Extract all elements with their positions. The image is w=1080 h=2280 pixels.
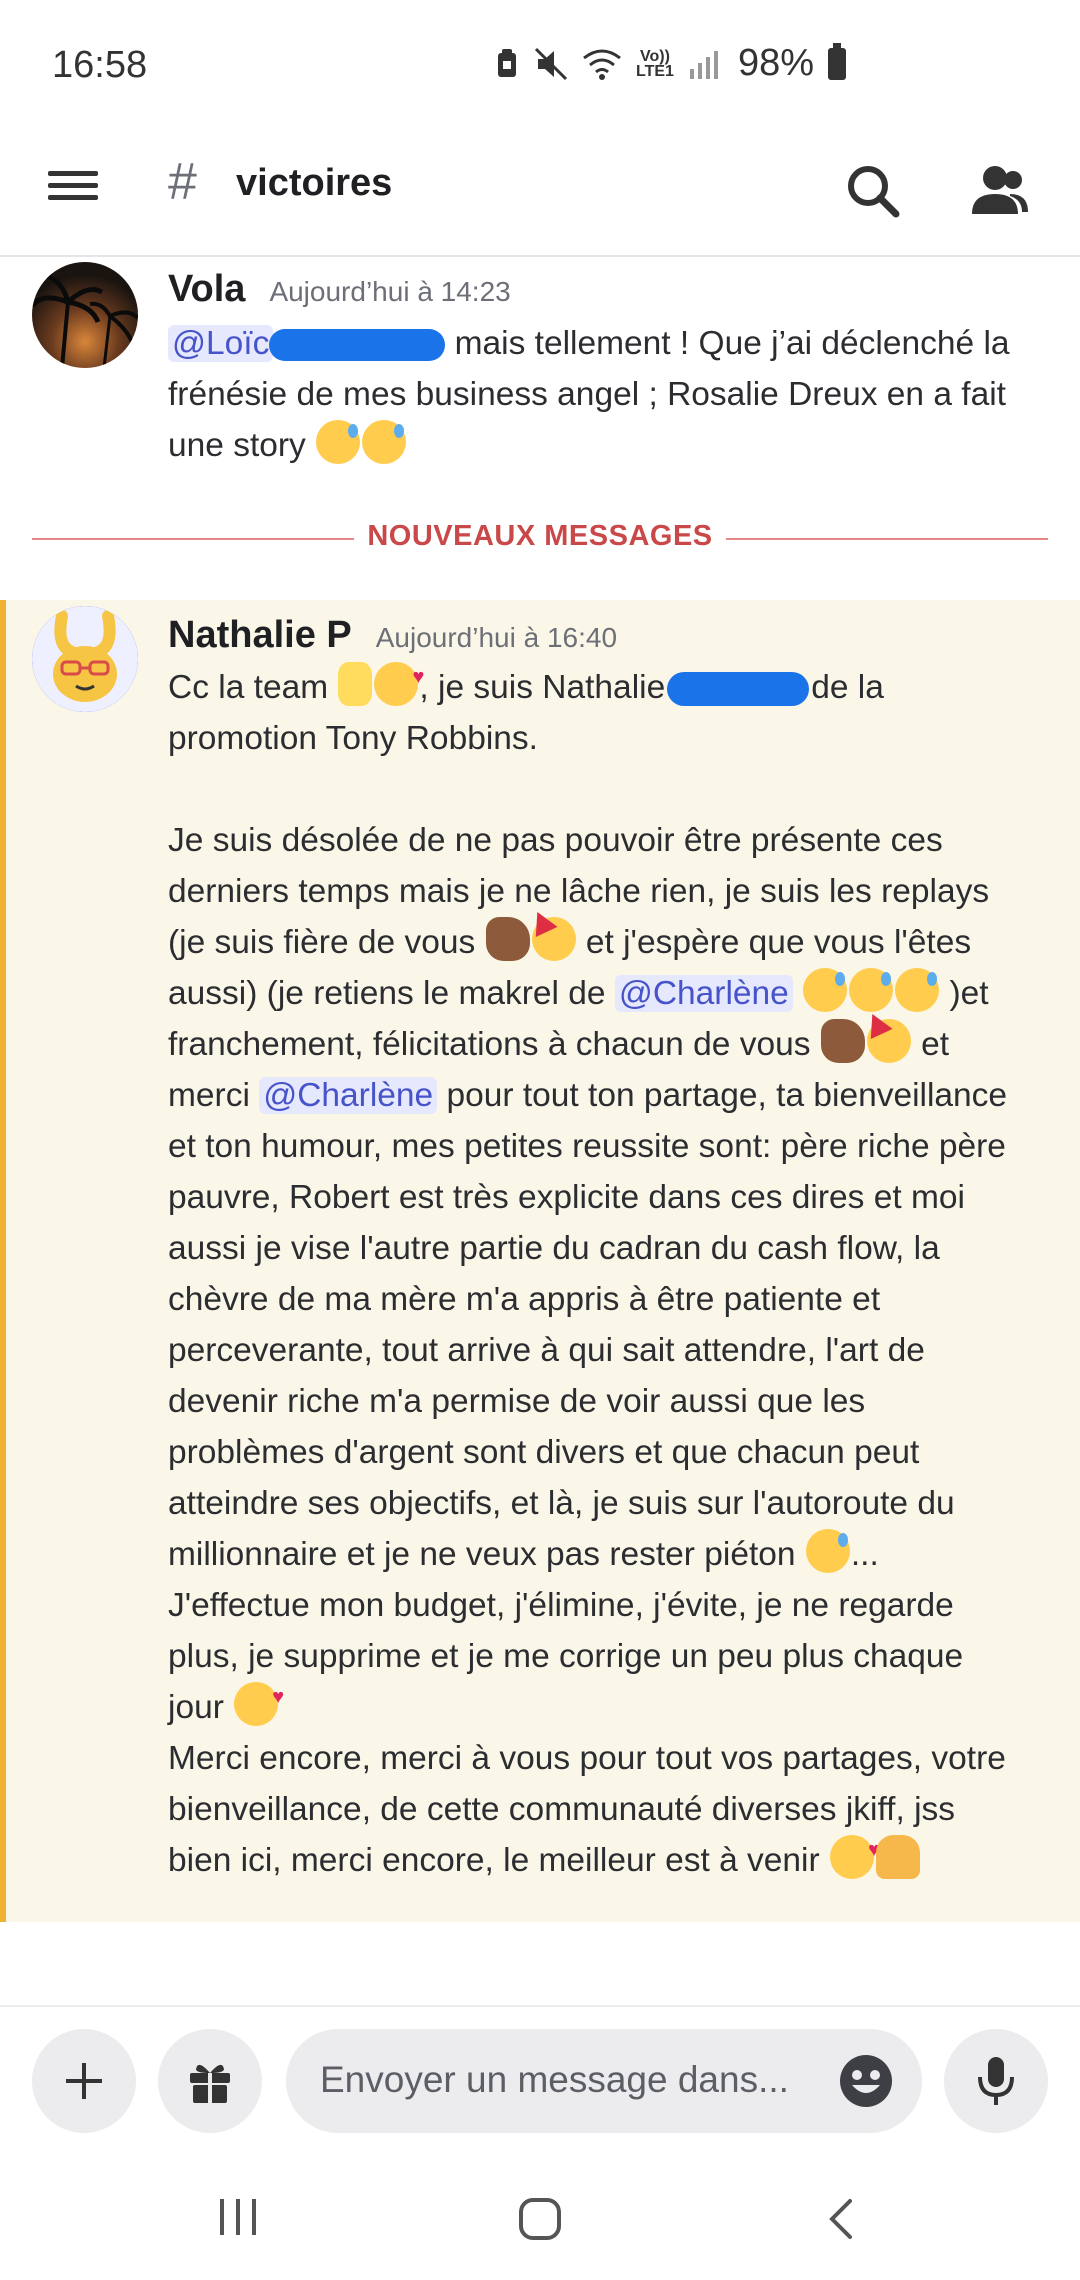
signal-icon xyxy=(689,50,718,79)
channel-hash-icon: # xyxy=(168,153,197,211)
new-messages-label: NOUVEAUX MESSAGES xyxy=(367,520,713,552)
message-input-placeholder: Envoyer un message dans... xyxy=(320,2059,789,2100)
user-mention[interactable]: @Charlène xyxy=(259,1077,438,1114)
message-text: frénésie de mes business angel ; Rosalie… xyxy=(168,376,1006,413)
loudly-crying-emoji xyxy=(849,968,894,1012)
message-text: et xyxy=(911,1026,950,1063)
status-bar: 16:58 Vo)) LTE1 98% xyxy=(0,0,1080,130)
message-vola: Vola Aujourd’hui à 14:23 @Loïc mais tell… xyxy=(0,258,1080,498)
network-label: Vo)) LTE1 xyxy=(636,47,674,80)
message-text: une story xyxy=(168,427,316,464)
add-attachment-button[interactable] xyxy=(32,2029,136,2133)
recent-apps-icon[interactable] xyxy=(214,2195,264,2239)
partying-face-emoji xyxy=(866,1019,911,1063)
message-text: aussi) (je retiens le makrel de xyxy=(168,975,615,1012)
gift-button[interactable] xyxy=(158,2029,262,2133)
flexed-biceps-emoji xyxy=(820,1019,865,1063)
message-composer: Envoyer un message dans... xyxy=(0,2005,1080,2159)
message-text: merci xyxy=(168,1077,260,1114)
message-content: @Loïc mais tellement ! Que j’ai déclench… xyxy=(168,318,1048,471)
partying-face-emoji xyxy=(531,917,576,961)
bunny-avatar-image xyxy=(32,606,138,712)
flexed-biceps-emoji xyxy=(485,917,530,961)
grinning-sweat-emoji xyxy=(805,1529,850,1573)
smiling-hearts-emoji xyxy=(829,1825,880,1879)
message-text: J'effectue mon budget, j'élimine, j'évit… xyxy=(168,1587,964,1726)
microphone-icon xyxy=(978,2057,1014,2105)
message-text: Cc la team xyxy=(168,669,338,706)
redaction-mark xyxy=(269,329,446,362)
plus-icon xyxy=(66,2063,102,2099)
channel-header: # victoires xyxy=(0,130,1080,257)
status-icons: Vo)) LTE1 98% xyxy=(494,42,846,85)
message-text: et ton humour, mes petites reussite sont… xyxy=(168,1128,1006,1573)
message-text: , je suis Nathalie xyxy=(419,669,666,706)
new-messages-divider: NOUVEAUX MESSAGES xyxy=(32,518,1048,558)
channel-name[interactable]: victoires xyxy=(236,162,392,205)
user-mention[interactable]: @Loïc xyxy=(168,325,274,362)
victory-hand-emoji xyxy=(338,662,373,706)
message-text: Je suis désolée de ne pas pouvoir être p… xyxy=(168,822,943,859)
battery-percentage: 98% xyxy=(737,42,814,84)
user-mention[interactable]: @Charlène xyxy=(614,975,793,1012)
battery-icon xyxy=(828,42,846,80)
kissing-heart-emoji xyxy=(374,652,424,706)
redaction-mark xyxy=(667,672,810,707)
message-text: mais tellement ! Que j’ai déclenché la xyxy=(445,325,1010,362)
joy-emoji xyxy=(362,420,407,464)
timestamp: Aujourd’hui à 14:23 xyxy=(269,276,511,307)
vibrate-icon xyxy=(498,48,516,77)
gift-icon xyxy=(190,2064,230,2103)
wifi-icon xyxy=(583,49,621,80)
home-icon[interactable] xyxy=(516,2195,564,2243)
search-icon[interactable] xyxy=(840,158,906,224)
avatar[interactable] xyxy=(32,262,138,368)
message-text: ... xyxy=(850,1536,879,1573)
message-input[interactable]: Envoyer un message dans... xyxy=(286,2029,922,2133)
message-text: de la xyxy=(811,669,884,706)
voice-message-button[interactable] xyxy=(944,2029,1048,2133)
menu-icon[interactable] xyxy=(48,164,98,214)
avatar[interactable] xyxy=(32,606,138,712)
message-content: Cc la team , je suis Nathalie de la promo… xyxy=(168,652,1048,1886)
folded-hands-emoji xyxy=(875,1835,920,1879)
status-time: 16:58 xyxy=(52,44,148,86)
message-text: franchement, félicitations à chacun de v… xyxy=(168,1026,820,1063)
palm-tree-image xyxy=(32,273,138,368)
mute-icon xyxy=(534,47,568,80)
smiling-hearts-emoji xyxy=(234,1672,284,1726)
back-icon[interactable] xyxy=(822,2195,862,2243)
message-text: promotion Tony Robbins. xyxy=(168,720,538,757)
message-text: et j'espère que vous l'êtes xyxy=(576,924,972,961)
message-nathalie: Nathalie P Aujourd’hui à 16:40 Cc la tea… xyxy=(0,600,1080,1922)
author-name[interactable]: Nathalie P xyxy=(168,614,352,657)
timestamp: Aujourd’hui à 16:40 xyxy=(375,622,618,653)
members-icon[interactable] xyxy=(966,158,1032,224)
grinning-sweat-emoji xyxy=(316,420,361,464)
message-text: pour tout ton partage, ta bienveillance xyxy=(437,1077,1008,1114)
system-nav-bar xyxy=(0,2157,1080,2280)
message-text: )et xyxy=(949,975,989,1012)
author-name[interactable]: Vola xyxy=(168,268,245,311)
rofl-emoji xyxy=(803,968,848,1012)
message-text: derniers temps mais je ne lâche rien, je… xyxy=(168,873,990,910)
emoji-icon[interactable] xyxy=(838,2053,894,2109)
message-text: (je suis fière de vous xyxy=(168,924,485,961)
grinning-sweat-emoji xyxy=(895,968,940,1012)
